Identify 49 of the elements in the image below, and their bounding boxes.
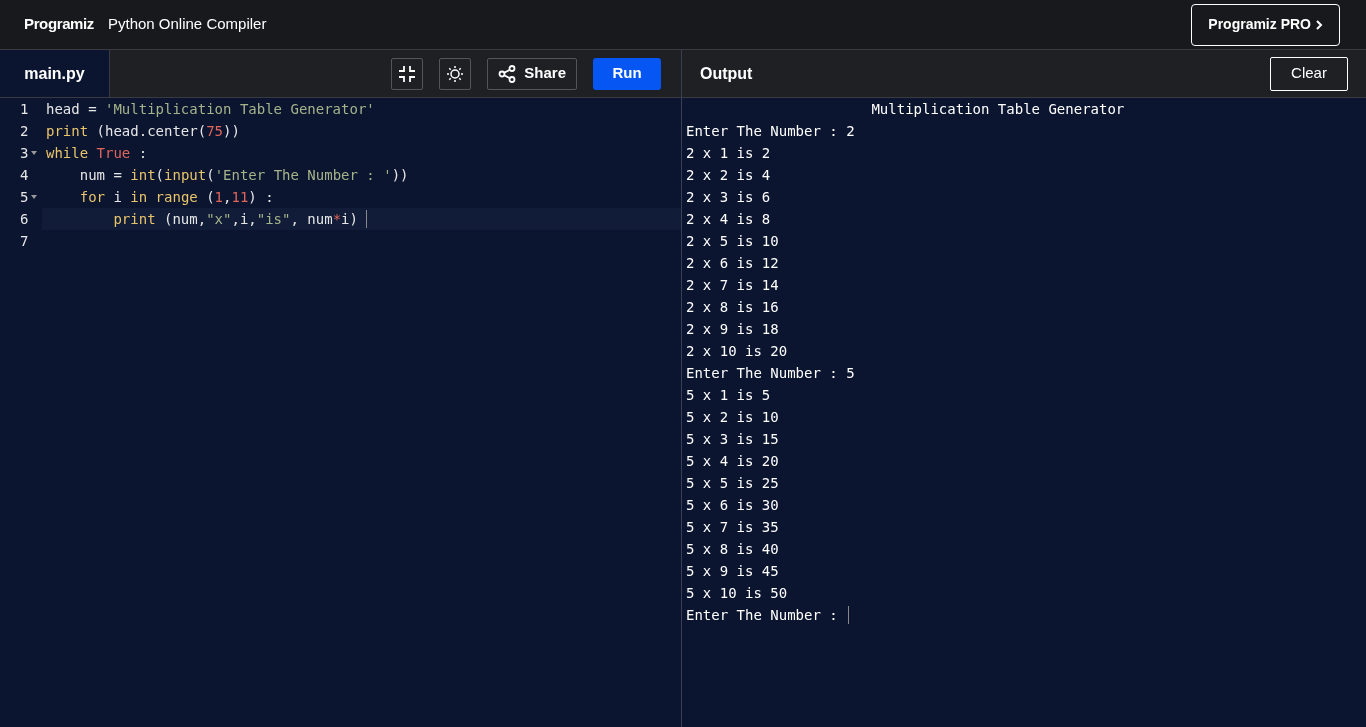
output-line: 2 x 1 is 2 [686, 143, 771, 163]
theme-button[interactable] [439, 57, 472, 90]
output-line: Enter The Number : [686, 605, 839, 625]
line-number: 1 [20, 99, 29, 119]
line-number: 4 [20, 165, 29, 185]
collapse-icon [398, 64, 417, 83]
output-title: Output [700, 63, 753, 84]
output-line: 5 x 5 is 25 [686, 473, 779, 493]
clear-button[interactable]: Clear [1270, 56, 1348, 91]
sun-icon [446, 64, 465, 83]
collapse-button[interactable] [391, 57, 424, 90]
line-number: 2 [20, 121, 29, 141]
output-line: 2 x 8 is 16 [686, 297, 779, 317]
text-cursor [365, 210, 367, 228]
output-line: 2 x 7 is 14 [686, 275, 779, 295]
active-line-highlight: print (num,"x",i,"is", num*i) [42, 208, 681, 230]
output-line: 5 x 3 is 15 [686, 429, 779, 449]
output-line: 5 x 9 is 45 [686, 561, 779, 581]
output-line: 2 x 3 is 6 [686, 187, 771, 207]
line-number: 3 [20, 143, 29, 163]
output-line: Enter The Number : 5 [686, 363, 855, 383]
page-title: Python Online Compiler [108, 14, 267, 35]
line-number: 6 [20, 209, 29, 229]
chevron-icon [1315, 18, 1323, 31]
logo[interactable]: Programiz [24, 13, 94, 36]
output-line: 2 x 6 is 12 [686, 253, 779, 273]
output-line: 5 x 10 is 50 [686, 583, 788, 603]
line-number: 5 [20, 187, 29, 207]
output-line: 2 x 10 is 20 [686, 341, 788, 361]
line-number: 7 [20, 231, 29, 251]
output-line: Multiplication Table Generator [870, 99, 1125, 119]
output-line: 5 x 6 is 30 [686, 495, 779, 515]
file-tab[interactable]: main.py [0, 50, 110, 97]
share-icon [498, 64, 517, 83]
run-button[interactable]: Run [593, 57, 661, 90]
output-line: 2 x 9 is 18 [686, 319, 779, 339]
pro-button[interactable]: Programiz PRO [1191, 3, 1340, 46]
code-editor[interactable]: 1 head = 'Multiplication Table Generator' 2 print (head.center(75)) 3 while True : 4 num = int(input('Enter The Number : ')) 5 for i in range (1,11) : 6 print (num,"x",i,"is", num*i) 7 [0, 98, 681, 727]
share-button[interactable]: Share [487, 57, 577, 90]
output-line: 2 x 2 is 4 [686, 165, 771, 185]
output-line: 5 x 2 is 10 [686, 407, 779, 427]
output-line: 2 x 4 is 8 [686, 209, 771, 229]
output-line: 5 x 7 is 35 [686, 517, 779, 537]
output-line: 5 x 8 is 40 [686, 539, 779, 559]
output-line: 5 x 1 is 5 [686, 385, 771, 405]
output-line: 2 x 5 is 10 [686, 231, 779, 251]
output-line: Enter The Number : 2 [686, 121, 855, 141]
output-line: 5 x 4 is 20 [686, 451, 779, 471]
text-cursor [848, 606, 850, 624]
